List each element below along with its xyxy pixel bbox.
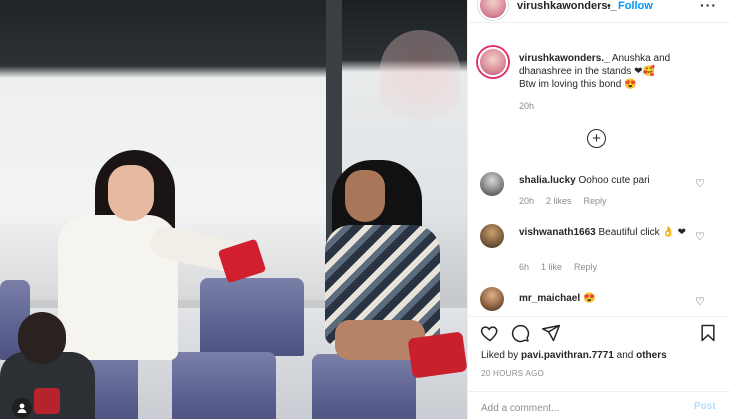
liked-by-user[interactable]: pavi.pavithran.7771 <box>521 350 614 361</box>
comment-item: mr_maichael 😍 <box>519 292 694 305</box>
post-side-panel: virushkawonders._ • Follow ··· virushkaw… <box>467 0 730 419</box>
comment-text: 😍 <box>582 293 596 304</box>
comment-like-heart-icon[interactable]: ♡ <box>695 177 705 190</box>
comment-meta: 20h 2 likes Reply <box>519 196 607 206</box>
comment-time: 6h <box>519 262 530 272</box>
comment-text: Oohoo cute pari <box>578 175 650 186</box>
more-horizontal-icon[interactable]: ··· <box>700 0 717 13</box>
commenter-avatar[interactable] <box>480 287 504 311</box>
comment-likes[interactable]: 2 likes <box>546 196 572 206</box>
commenter-avatar[interactable] <box>480 224 504 248</box>
person-printed-dress-face <box>345 170 385 222</box>
post-caption: virushkawonders._ Anushka and dhanashree… <box>519 52 719 91</box>
comment-meta: 6h 1 like Reply <box>519 262 597 272</box>
post-comment-button[interactable]: Post <box>694 401 716 412</box>
person-white-dress-face <box>108 165 154 221</box>
caption-text-line2: Btw im loving this bond 😍 <box>519 79 637 90</box>
caption-username[interactable]: virushkawonders._ <box>519 53 610 64</box>
red-cloth <box>407 331 467 379</box>
comment-likes[interactable]: 1 like <box>541 262 562 272</box>
comment-like-heart-icon[interactable]: ♡ <box>695 295 705 308</box>
follow-button[interactable]: Follow <box>618 0 653 12</box>
liked-by: Liked by pavi.pavithran.7771 and others <box>481 350 667 361</box>
author-username[interactable]: virushkawonders._ <box>517 0 617 12</box>
post-photo[interactable] <box>0 0 467 419</box>
comment-username[interactable]: mr_maichael <box>519 293 580 304</box>
comment-item: vishwanath1663 Beautiful click 👌 ❤ <box>519 226 694 239</box>
comment-time: 20h <box>519 196 535 206</box>
liked-by-others[interactable]: others <box>636 350 667 361</box>
comment-reply-button[interactable]: Reply <box>574 262 597 272</box>
commenter-avatar[interactable] <box>480 172 504 196</box>
comment-username[interactable]: vishwanath1663 <box>519 227 596 238</box>
tagged-user-icon[interactable] <box>12 398 32 418</box>
caption-time: 20h <box>519 101 535 111</box>
stadium-seat <box>312 354 416 419</box>
comment-text: Beautiful click 👌 ❤ <box>598 227 687 238</box>
author-avatar[interactable] <box>478 0 508 20</box>
stadium-seat <box>200 278 304 356</box>
liked-by-prefix: Liked by <box>481 350 519 361</box>
header-divider <box>468 22 730 23</box>
caption-avatar[interactable] <box>478 47 508 77</box>
comment-icon[interactable] <box>510 323 530 347</box>
actions-divider <box>468 316 730 317</box>
comment-reply-button[interactable]: Reply <box>584 196 607 206</box>
foreground-spectator-shirt <box>34 388 60 414</box>
comment-item: shalia.lucky Oohoo cute pari <box>519 174 694 187</box>
header-separator: • <box>607 0 611 12</box>
stadium-seat <box>172 352 276 419</box>
comment-like-heart-icon[interactable]: ♡ <box>695 230 705 243</box>
heart-icon[interactable] <box>480 323 500 347</box>
send-icon[interactable] <box>541 323 561 347</box>
liked-by-connector: and <box>616 350 634 361</box>
background-banner <box>380 30 460 140</box>
comment-box-divider <box>468 391 730 392</box>
foreground-spectator-head <box>18 312 66 364</box>
post-timestamp: 20 HOURS AGO <box>481 369 545 378</box>
plus-circle-icon[interactable]: + <box>587 129 606 148</box>
comment-username[interactable]: shalia.lucky <box>519 175 576 186</box>
bookmark-icon[interactable] <box>698 323 718 347</box>
add-comment-input[interactable] <box>481 400 681 416</box>
post-header: virushkawonders._ • Follow ··· <box>468 0 730 20</box>
